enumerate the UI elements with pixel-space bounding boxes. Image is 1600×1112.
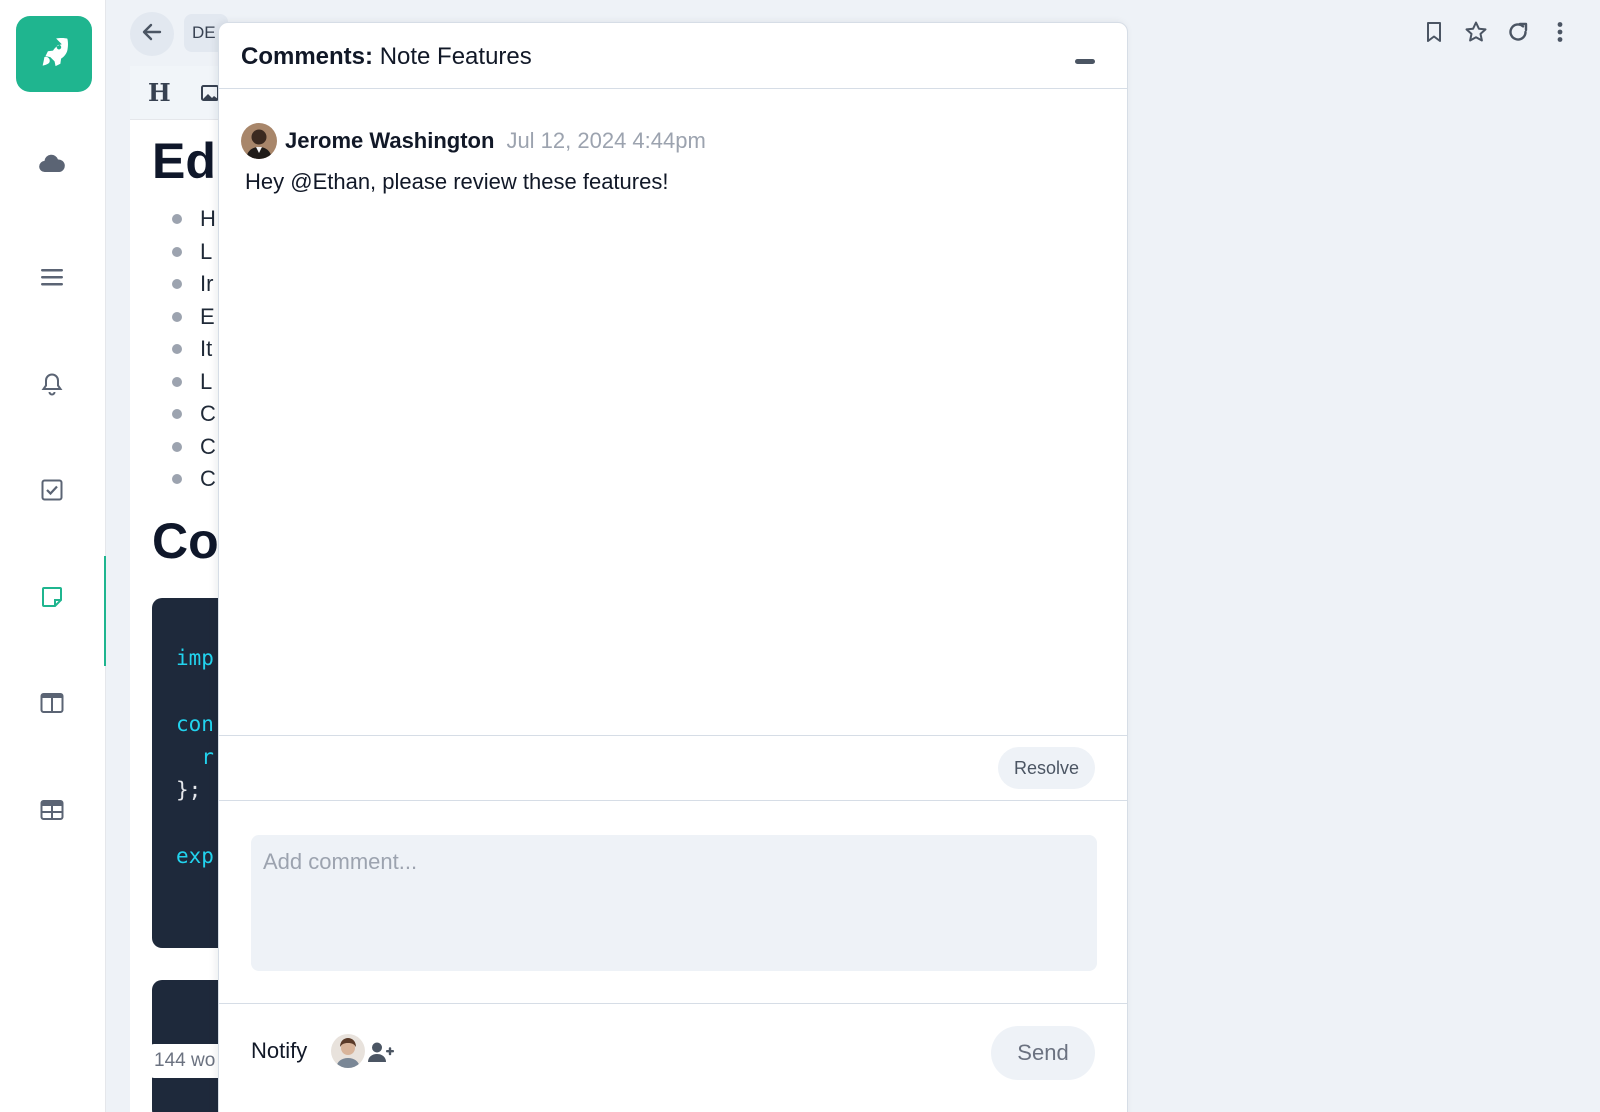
nav-notifications[interactable] (36, 370, 68, 402)
code-line: imp (176, 646, 214, 670)
panel-header: Comments: Note Features (219, 23, 1127, 89)
nav-notes[interactable] (36, 583, 68, 615)
more-button[interactable] (1544, 18, 1576, 50)
comment-author: Jerome Washington (285, 128, 495, 153)
nav-layout[interactable] (36, 689, 68, 721)
notify-user-avatar[interactable] (331, 1034, 365, 1068)
editor-subheading: Co (152, 513, 219, 569)
rocket-icon (37, 35, 71, 74)
minimize-button[interactable] (1075, 59, 1095, 64)
columns-icon (40, 692, 64, 719)
list-item: C (172, 463, 216, 496)
comment-header: Jerome Washington Jul 12, 2024 4:44pm (241, 123, 706, 159)
image-icon (201, 85, 219, 106)
back-button[interactable] (130, 12, 174, 56)
panel-title-prefix: Comments: (241, 43, 374, 70)
image-tool[interactable] (201, 84, 219, 107)
heading-tool[interactable]: H (148, 78, 171, 107)
list-item: L (172, 236, 216, 269)
editor-bullet-list: H L Ir E It L C C C (172, 203, 216, 496)
bookmark-button[interactable] (1418, 18, 1450, 50)
resolve-button[interactable]: Resolve (997, 747, 1095, 789)
list-item: C (172, 398, 216, 431)
panel-title-text: Note Features (379, 43, 532, 70)
comment-body: Hey @Ethan, please review these features… (245, 169, 669, 194)
send-button[interactable]: Send (991, 1026, 1095, 1080)
comment-input[interactable] (251, 835, 1097, 971)
comment-timestamp: Jul 12, 2024 4:44pm (506, 128, 706, 153)
bell-icon (41, 372, 63, 401)
note-icon (41, 586, 63, 613)
sidebar (0, 0, 106, 1112)
checkbox-icon (41, 479, 63, 506)
list-item: E (172, 301, 216, 334)
code-line: }; (176, 778, 202, 802)
code-line: con (176, 712, 214, 736)
code-line: r (176, 745, 214, 769)
panel-title: Comments: Note Features (241, 43, 532, 71)
list-item: L (172, 366, 216, 399)
list-item: Ir (172, 268, 216, 301)
list-item: It (172, 333, 216, 366)
panel-footer: Notify Send (219, 1003, 1127, 1112)
menu-icon (41, 268, 63, 291)
nav-list[interactable] (36, 263, 68, 295)
avatar (241, 123, 277, 159)
nav-tables[interactable] (36, 796, 68, 828)
user-plus-icon (367, 1042, 395, 1068)
star-icon (1464, 20, 1488, 49)
active-indicator (104, 556, 106, 666)
notify-label: Notify (251, 1038, 308, 1063)
code-line: exp (176, 844, 214, 868)
comments-panel: Comments: Note Features Jerome Washingto… (218, 22, 1128, 1112)
nav-tasks[interactable] (36, 476, 68, 508)
table-icon (40, 799, 64, 826)
resolve-bar: Resolve (219, 735, 1127, 801)
cloud-icon (39, 153, 65, 178)
refresh-button[interactable] (1502, 18, 1534, 50)
list-item: C (172, 431, 216, 464)
app-logo[interactable] (16, 16, 92, 92)
favorite-button[interactable] (1460, 18, 1492, 50)
nav-cloud[interactable] (36, 149, 68, 181)
list-item: H (172, 203, 216, 236)
more-vertical-icon (1556, 21, 1564, 48)
arrow-left-icon (142, 23, 162, 46)
refresh-icon (1507, 21, 1529, 48)
bookmark-icon (1425, 21, 1443, 48)
add-notify-user-button[interactable] (367, 1040, 395, 1064)
